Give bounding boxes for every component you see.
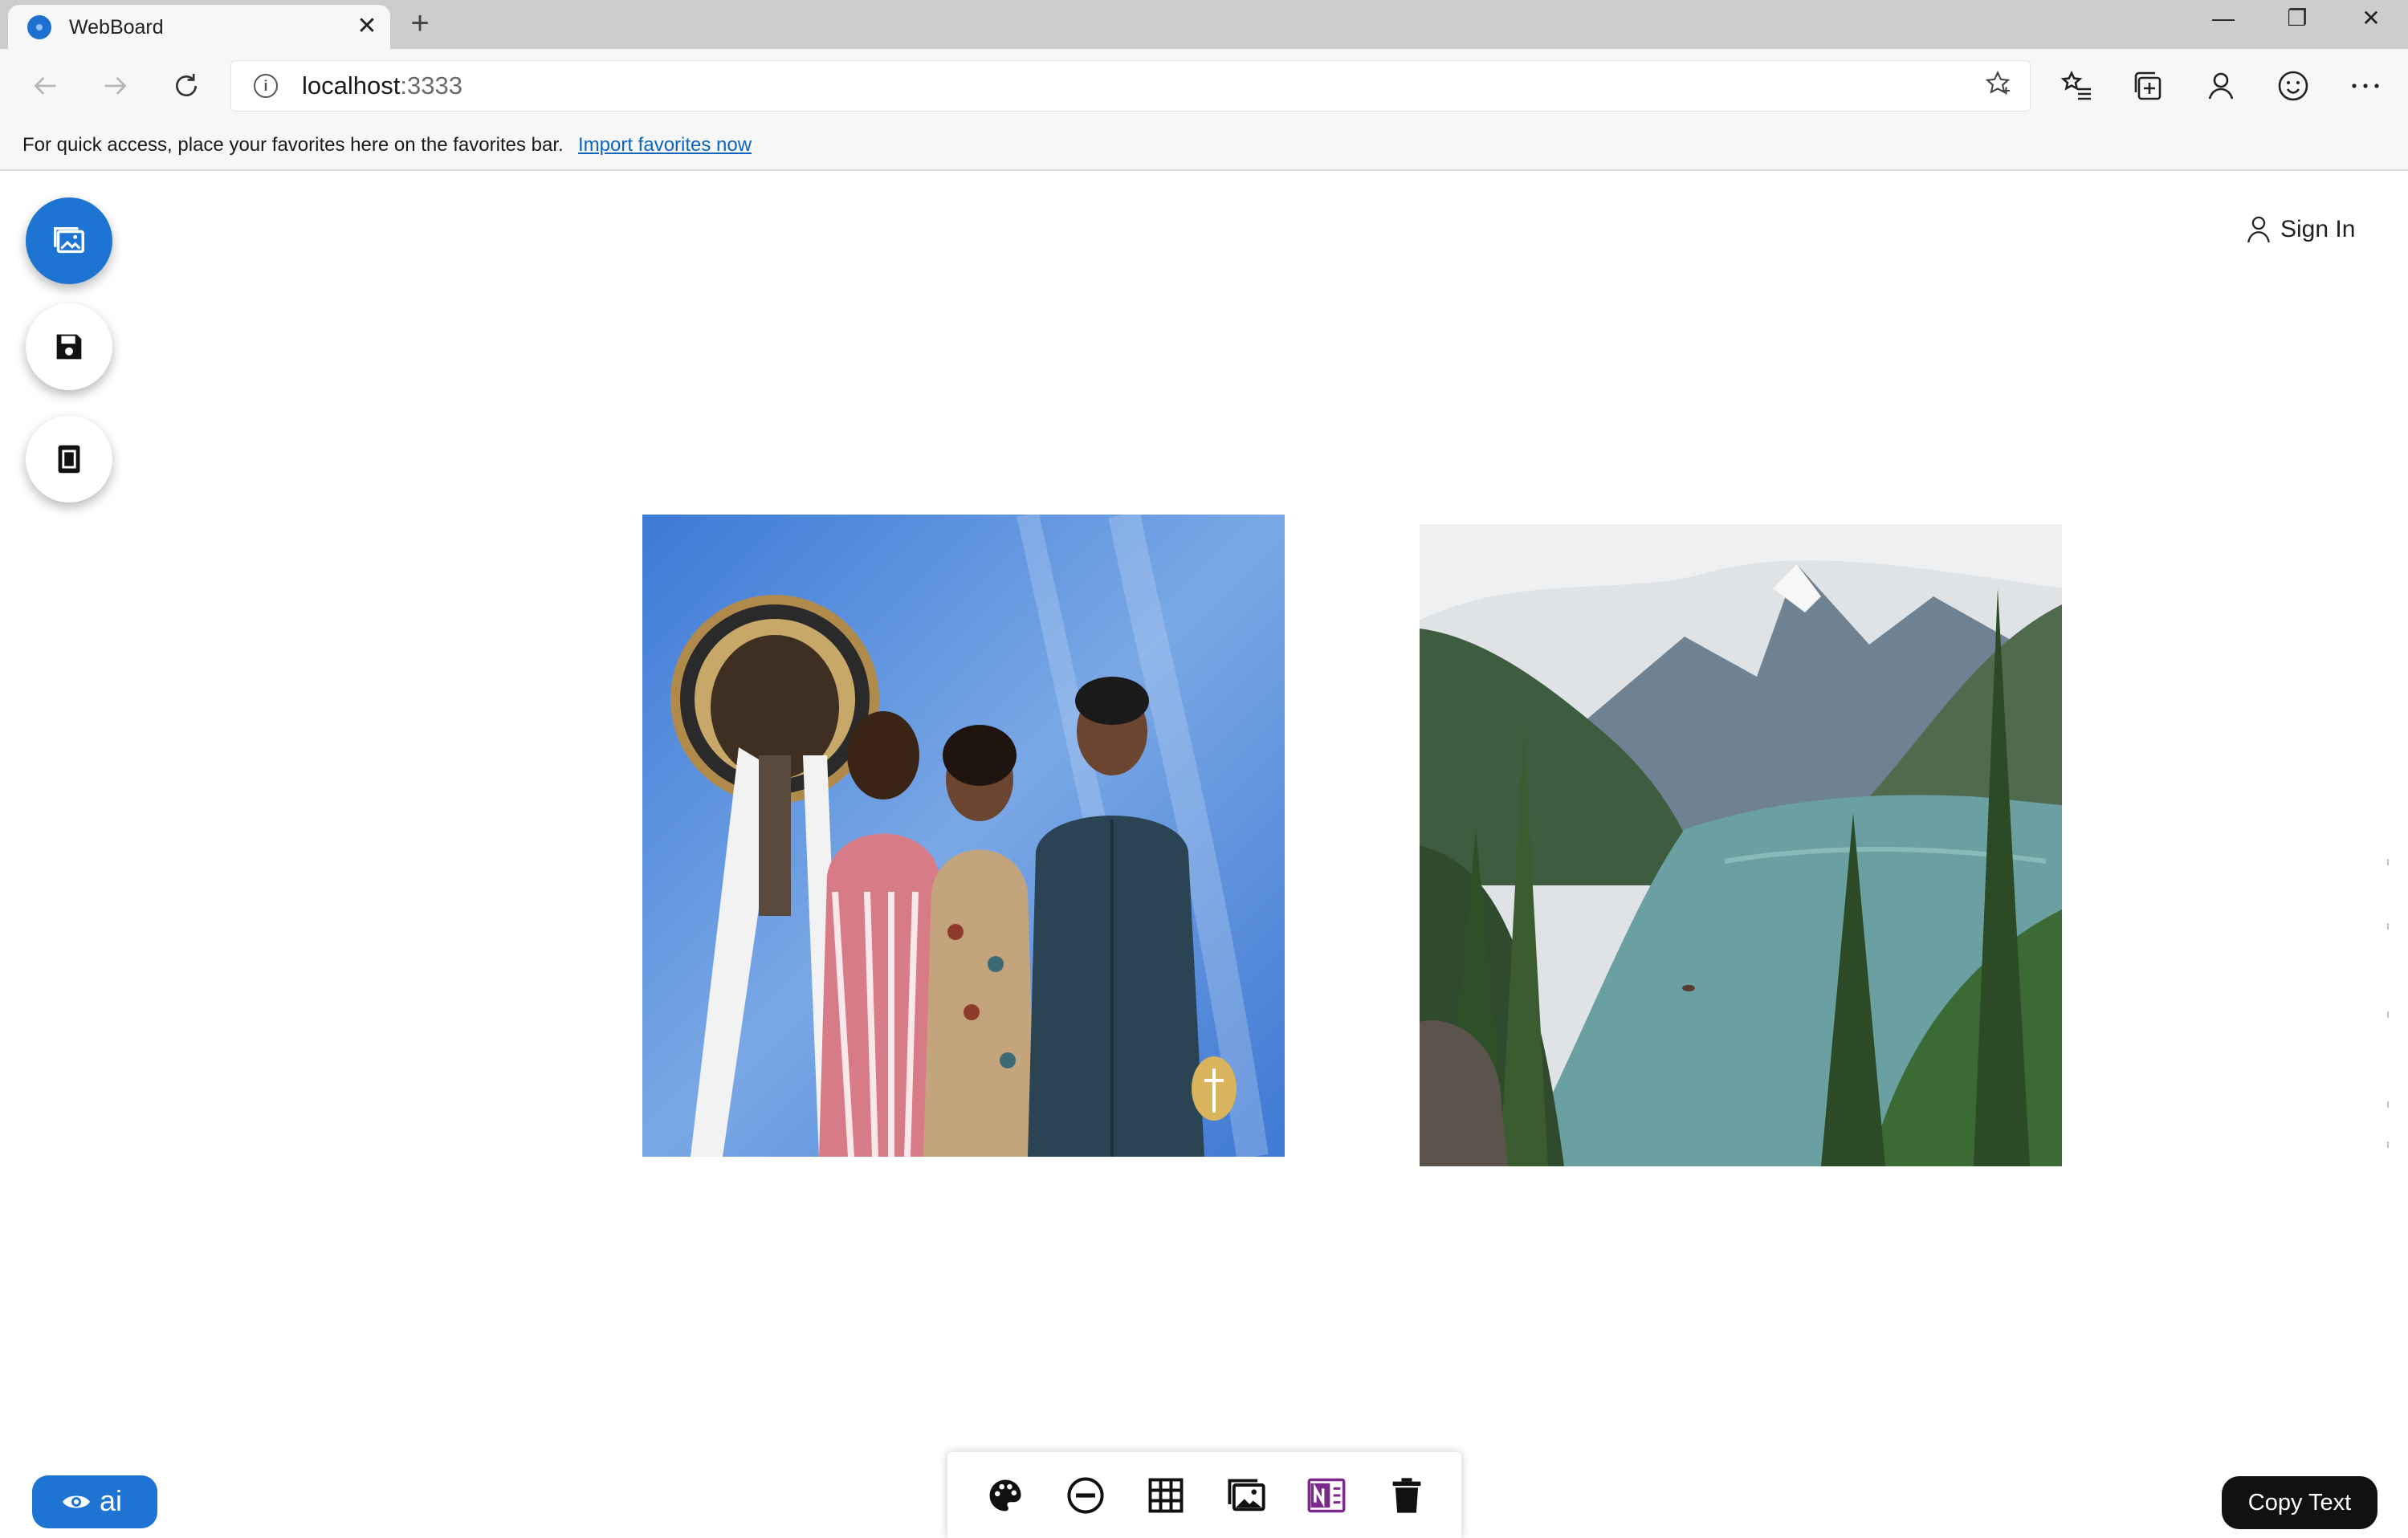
restore-button[interactable]: ❐ [2261,0,2333,40]
delete-button[interactable] [1386,1475,1428,1516]
image-button[interactable] [1225,1475,1267,1516]
favorite-star-icon [1985,71,2011,95]
webboard-favicon-icon [27,15,51,39]
minus-circle-icon [1067,1477,1104,1514]
add-favorite-button[interactable] [1983,69,2012,104]
back-button[interactable] [22,63,67,108]
onenote-button[interactable] [1306,1475,1347,1516]
favorites-bar: For quick access, place your favorites h… [0,123,2408,171]
window-close-button[interactable]: ✕ [2335,0,2407,40]
trash-icon [1392,1478,1421,1513]
photo-mountain-lake[interactable] [1420,524,2062,1166]
minimize-button[interactable]: — [2187,0,2259,40]
url-host: localhost [302,71,401,100]
save-fab[interactable] [26,303,112,390]
tab-close-icon[interactable]: ✕ [355,14,379,39]
floppy-disk-icon [56,334,82,360]
onenote-icon [1307,1478,1346,1513]
back-arrow-icon [34,77,56,95]
remove-button[interactable] [1065,1475,1106,1516]
browser-toolbar: i localhost:3333 [0,49,2408,123]
refresh-button[interactable] [164,63,209,108]
tab-title: WebBoard [69,16,164,39]
refresh-icon [176,74,197,96]
photo-space-needle-family[interactable] [642,515,1285,1157]
mountain-lake-image [1420,524,2062,1166]
sign-in-label: Sign In [2280,216,2356,242]
feedback-smiley-icon[interactable] [2274,67,2312,105]
ai-label: ai [100,1484,123,1517]
images-icon [1228,1479,1265,1512]
copy-text-button[interactable]: Copy Text [2222,1476,2377,1529]
new-tab-button[interactable]: + [401,5,438,42]
forward-arrow-icon [104,77,127,95]
person-icon [2247,216,2270,243]
images-icon [54,226,84,254]
images-fab[interactable] [26,197,112,284]
import-favorites-link[interactable]: Import favorites now [578,134,752,157]
address-bar[interactable]: i localhost:3333 [230,60,2031,112]
palette-icon [989,1479,1021,1512]
palette-button[interactable] [984,1475,1026,1516]
favorites-list-icon[interactable] [2057,67,2096,105]
collections-icon[interactable] [2129,67,2168,105]
eye-icon [63,1495,90,1508]
favorites-bar-message: For quick access, place your favorites h… [22,134,564,156]
forward-button[interactable] [93,63,138,108]
url-text[interactable]: localhost:3333 [302,71,462,100]
grid-button[interactable] [1145,1475,1187,1516]
calculator-fab[interactable] [26,416,112,502]
url-port: :3333 [400,71,462,100]
more-dots-icon[interactable] [2346,67,2385,105]
profile-icon[interactable] [2202,67,2240,105]
info-icon[interactable]: i [254,74,278,98]
scroll-edge-marks [2387,859,2389,1148]
grid-icon [1148,1478,1184,1513]
calculator-icon [58,445,80,474]
tab-strip: WebBoard ✕ + — ❐ ✕ [0,0,2408,49]
space-needle-family-image [642,515,1285,1157]
browser-tab[interactable]: WebBoard ✕ [8,5,390,49]
ai-button[interactable]: ai [32,1475,157,1528]
bottom-toolbar [947,1452,1461,1538]
